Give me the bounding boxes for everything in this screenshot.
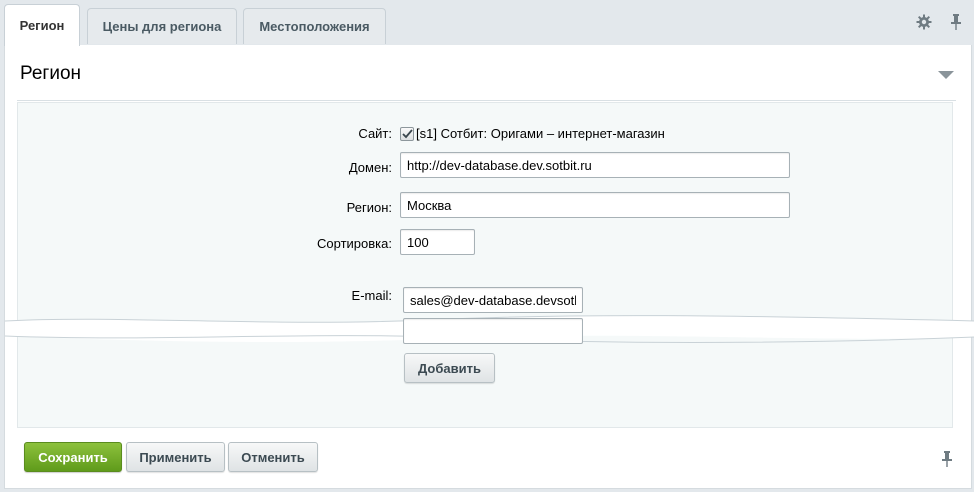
email-input-1[interactable] [403,287,583,313]
tab-bar: Регион Цены для региона Местоположения [4,0,972,46]
sort-input[interactable] [400,229,475,255]
site-checkbox[interactable] [400,127,414,141]
save-button-label: Сохранить [38,449,108,465]
site-name: [s1] Сотбит: Оригами – интернет-магазин [416,126,665,141]
sort-label: Сортировка: [317,236,392,251]
region-label: Регион: [346,200,392,215]
triangle-down-icon[interactable] [938,71,954,79]
apply-button[interactable]: Применить [126,442,225,472]
email-input-2[interactable] [403,318,583,344]
pin-icon[interactable] [941,450,953,471]
region-panel: Регион Сайт: [s1] Сотбит: Оригами – инте… [4,45,974,489]
gear-icon[interactable] [914,12,934,32]
tab-region-prices-label: Цены для региона [102,19,222,34]
cancel-button[interactable]: Отменить [228,442,318,472]
domain-label: Домен: [348,160,392,175]
domain-input[interactable] [400,152,790,178]
section-header: Регион [17,49,956,101]
tab-locations[interactable]: Местоположения [243,8,386,44]
tab-tools [914,12,966,32]
cancel-button-label: Отменить [241,449,305,465]
tab-region-label: Регион [19,18,65,33]
site-label: Сайт: [358,126,392,141]
add-email-button-label: Добавить [418,360,481,376]
apply-button-label: Применить [139,449,212,465]
region-name-input[interactable] [400,192,790,218]
section-title: Регион [20,63,82,84]
pin-icon[interactable] [946,12,966,32]
tab-region[interactable]: Регион [4,4,80,46]
save-button[interactable]: Сохранить [24,442,122,472]
tab-locations-label: Местоположения [259,19,370,34]
form-area: Сайт: [s1] Сотбит: Оригами – интернет-ма… [5,102,974,428]
checkmark-icon [401,129,413,139]
add-email-button[interactable]: Добавить [404,353,495,383]
email-label: E-mail: [351,288,392,303]
tab-region-prices[interactable]: Цены для региона [87,8,237,44]
